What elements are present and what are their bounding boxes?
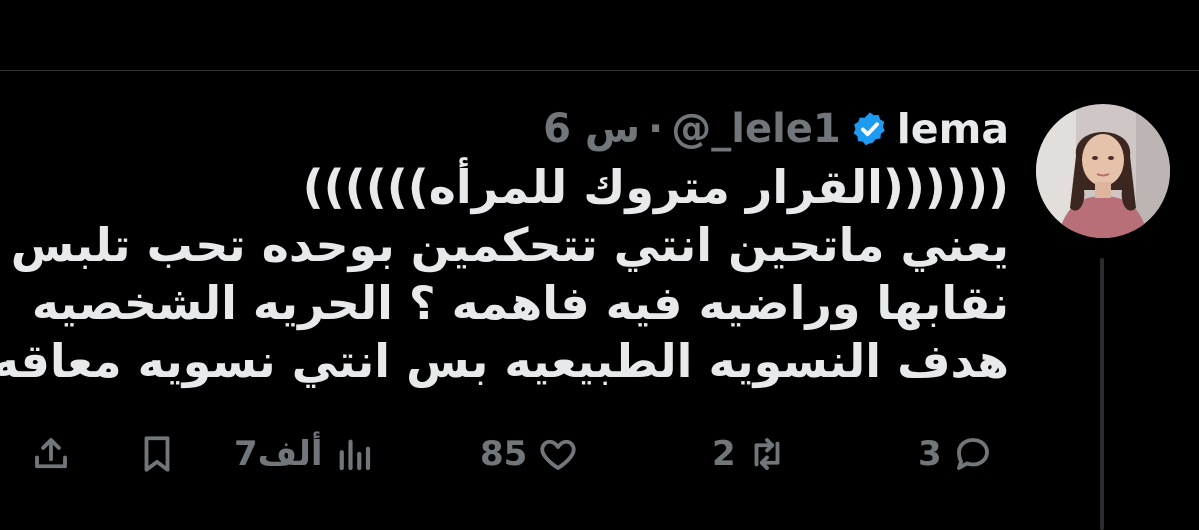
like-count: 85 [480, 434, 528, 474]
retweet-icon [754, 438, 780, 470]
bookmark-icon [144, 436, 170, 472]
reply-count: 3 [918, 434, 942, 474]
display-name[interactable]: lema [897, 104, 1009, 154]
tweet-line: نقابها وراضيه فيه فاهمه ؟ الحريه الشخصيه [31, 276, 1009, 330]
heart-icon [540, 439, 576, 470]
action-bar: 3 2 85 7ألف [0, 424, 1199, 484]
tweet-line: ((((((القرار متروك للمرأه)))))) [302, 160, 1009, 214]
thread-line [1100, 258, 1104, 530]
retweet-button[interactable]: 2 [712, 424, 788, 484]
like-button[interactable]: 85 [480, 424, 579, 484]
top-divider [0, 70, 1199, 71]
tweet-line: يعني ماتحين انتي تتحكمين بوحده تحب تلبس [10, 218, 1009, 272]
avatar[interactable] [1036, 104, 1170, 238]
tweet-line: هدف النسويه الطبيعيه بس انتي نسويه معاقه [0, 334, 1009, 388]
timestamp[interactable]: 6 س [543, 104, 640, 154]
tweet-text: ((((((القرار متروك للمرأه)))))) يعني مات… [0, 158, 1009, 390]
views-button[interactable]: 7ألف [234, 424, 375, 484]
reply-bubble-icon [956, 438, 989, 470]
tweet-screen: lema @_lele1 · 6 س ((((((القرار متروك لل… [0, 0, 1199, 530]
bookmark-button[interactable] [136, 424, 178, 484]
views-count: 7ألف [234, 434, 323, 474]
retweet-count: 2 [712, 434, 736, 474]
profile-photo-icon [1036, 104, 1170, 238]
tweet-header: lema @_lele1 · 6 س [543, 104, 1009, 154]
verified-badge-icon [853, 112, 885, 146]
reply-button[interactable]: 3 [918, 424, 994, 484]
handle[interactable]: @_lele1 [671, 104, 841, 154]
share-button[interactable] [30, 424, 72, 484]
separator-dot: · [648, 106, 664, 152]
share-icon [35, 438, 67, 469]
views-bar-chart-icon [339, 439, 370, 471]
